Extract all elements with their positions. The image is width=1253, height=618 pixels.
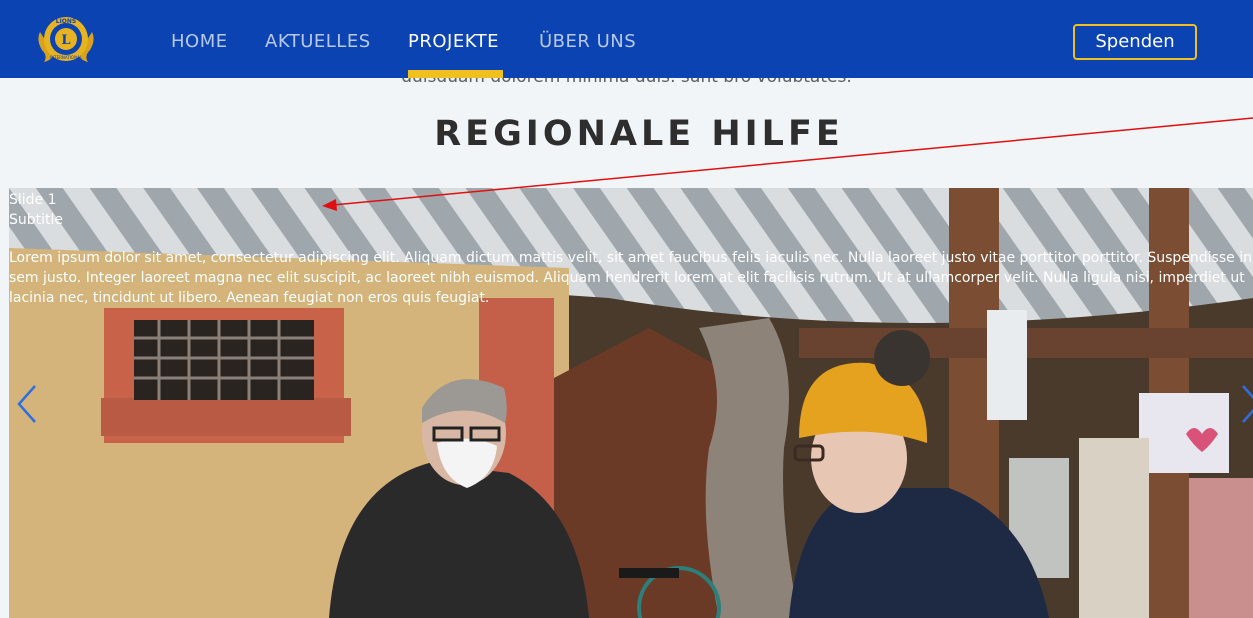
svg-text:INTERNATIONAL: INTERNATIONAL — [50, 55, 83, 60]
lions-logo[interactable]: L LIONS INTERNATIONAL — [34, 10, 98, 68]
active-nav-indicator — [408, 70, 503, 78]
nav-link-home[interactable]: HOME — [171, 31, 228, 52]
donate-button[interactable]: Spenden — [1073, 24, 1197, 60]
slide-subtitle: Subtitle — [9, 212, 64, 228]
nav-link-aktuelles[interactable]: AKTUELLES — [265, 31, 371, 52]
top-navbar: L LIONS INTERNATIONAL HOME AKTUELLES PRO… — [0, 0, 1253, 78]
slider-prev-button[interactable] — [15, 384, 39, 424]
nav-link-projekte[interactable]: PROJEKTE — [408, 31, 499, 52]
chevron-right-icon — [1242, 385, 1253, 423]
slider-next-button[interactable] — [1239, 384, 1253, 424]
slide-description: Lorem ipsum dolor sit amet, consectetur … — [9, 250, 1252, 306]
svg-text:L: L — [61, 33, 70, 48]
image-slider[interactable]: Slide 1 Subtitle Lorem ipsum dolor sit a… — [9, 188, 1253, 618]
nav-link-ueber-uns[interactable]: ÜBER UNS — [539, 31, 636, 52]
svg-text:LIONS: LIONS — [56, 18, 77, 25]
section-heading: REGIONALE HILFE — [434, 114, 844, 154]
chevron-left-icon — [17, 385, 36, 423]
slide-title: Slide 1 — [9, 192, 57, 208]
